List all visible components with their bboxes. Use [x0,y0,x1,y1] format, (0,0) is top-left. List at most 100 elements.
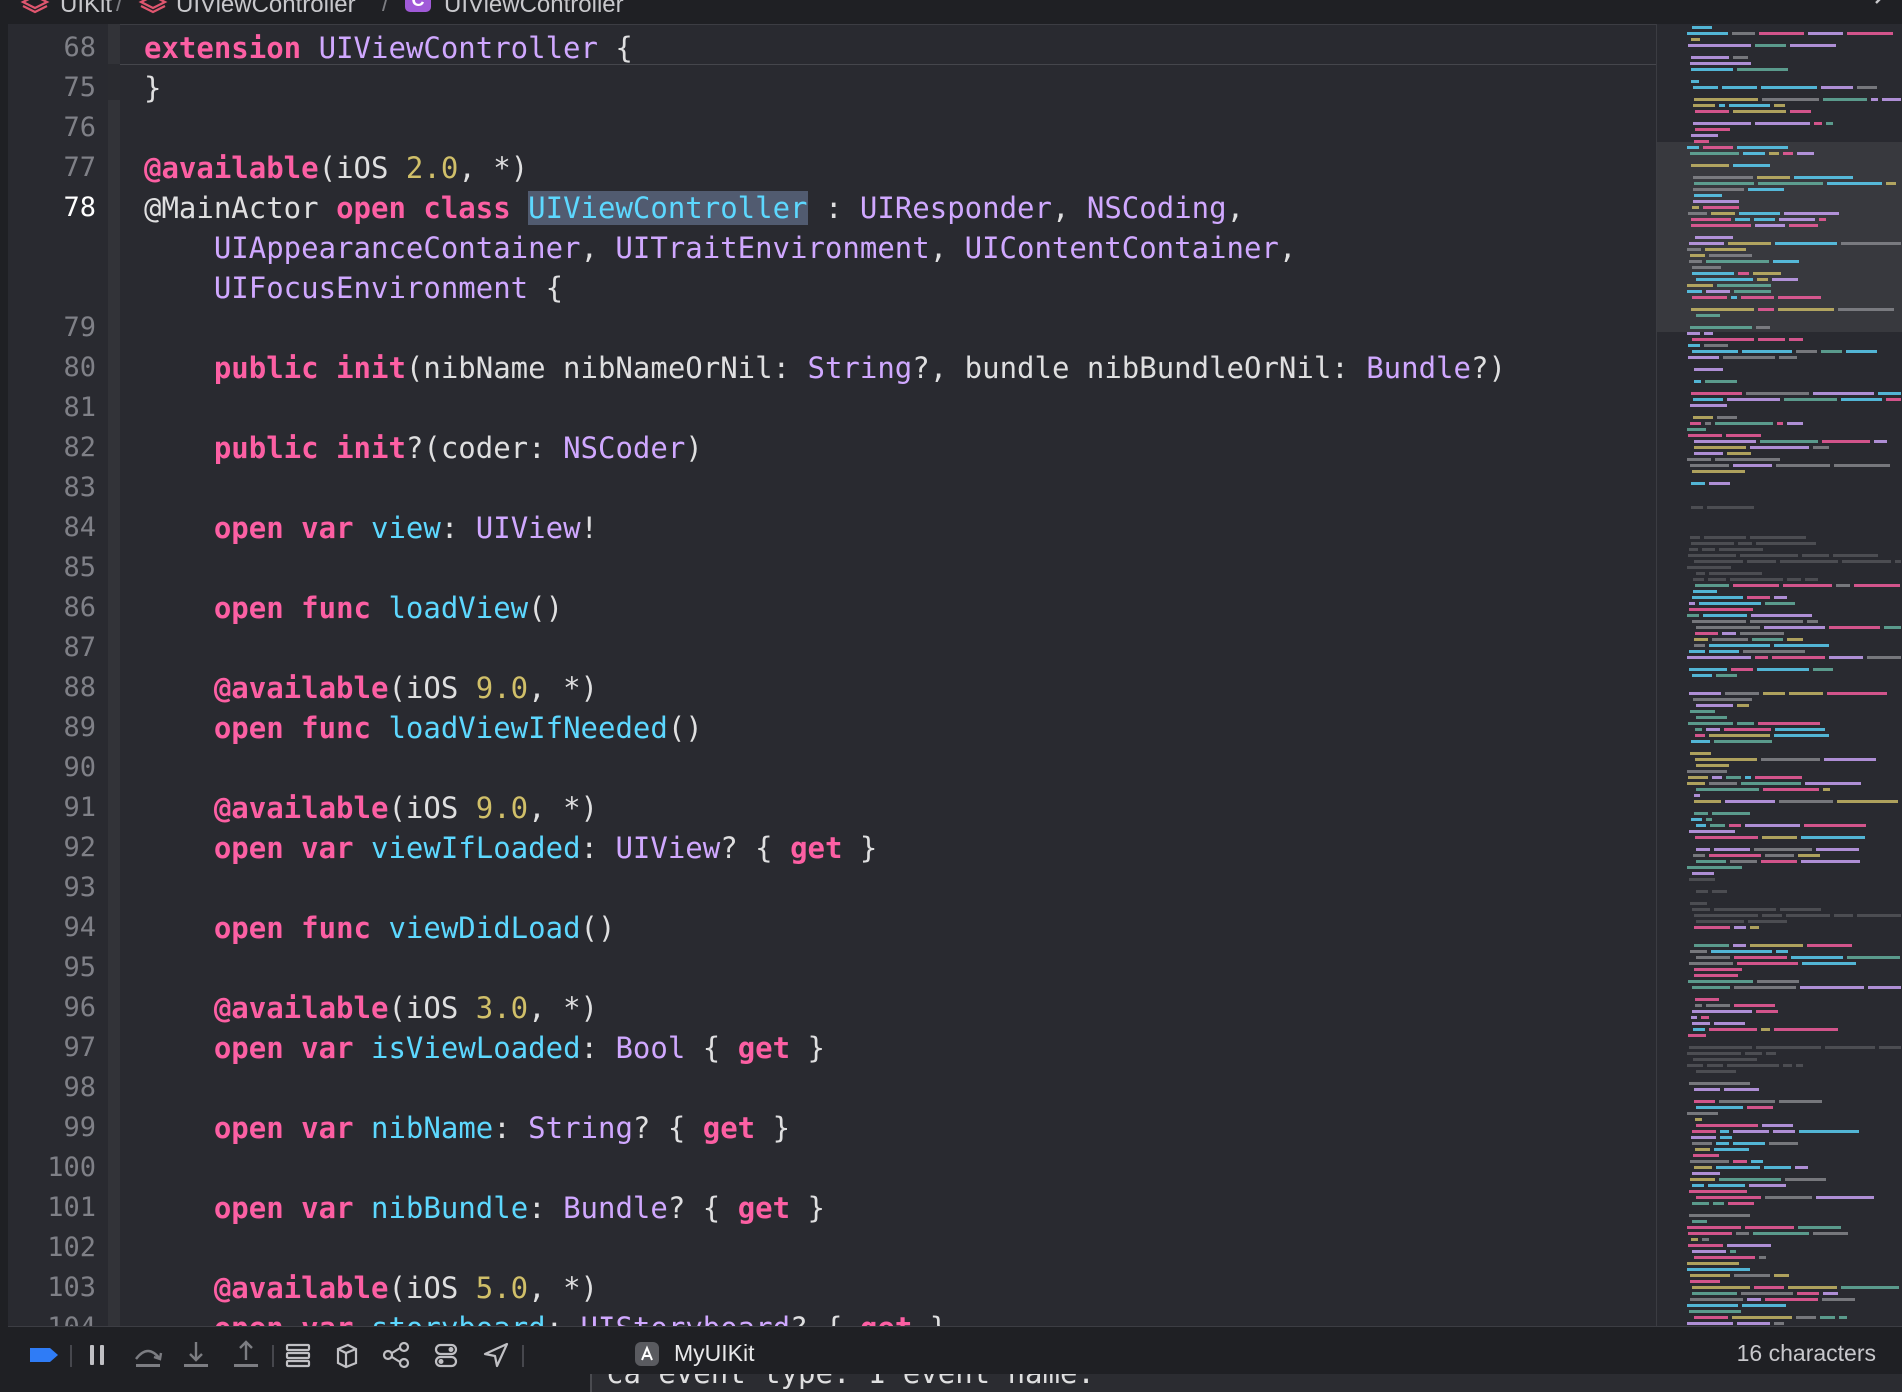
line-number[interactable]: 94 [8,908,96,948]
line-number[interactable]: 87 [8,628,96,668]
line-number[interactable]: 102 [8,1228,96,1268]
svg-text:C: C [412,0,425,10]
line-number[interactable]: 77 [8,148,96,188]
line-number[interactable]: 68 [8,28,96,68]
code-line[interactable]: public init(nibName nibNameOrNil: String… [144,348,1506,388]
app-target-icon[interactable] [632,1339,662,1369]
minimap-line [1714,740,1772,743]
code-line[interactable]: open func loadViewIfNeeded() [144,708,703,748]
minimap-line [1690,752,1711,755]
line-number[interactable]: 80 [8,348,96,388]
chevron-left-icon[interactable] [1870,0,1890,20]
line-number[interactable] [8,268,96,308]
line-number[interactable]: 90 [8,748,96,788]
code-line[interactable]: open var nibName: String? { get } [144,1108,790,1148]
minimap-line [1756,326,1770,329]
minimap-line [1694,452,1723,455]
code-line[interactable]: extension UIViewController { [144,28,633,68]
memory-graph-icon[interactable] [378,1337,414,1373]
pause-icon[interactable] [80,1337,116,1373]
minimap-line [1696,716,1727,719]
code-line[interactable]: } [144,68,161,108]
view-hierarchy-icon[interactable] [280,1337,316,1373]
line-number[interactable]: 76 [8,108,96,148]
breakpoints-toggle-icon[interactable] [26,1337,62,1373]
step-into-icon[interactable] [178,1337,214,1373]
code-token: (iOS [388,991,476,1025]
breadcrumb-item-module[interactable]: UIViewController [176,0,356,19]
code-line[interactable]: open var nibBundle: Bundle? { get } [144,1188,825,1228]
class-icon[interactable]: C [404,0,432,23]
code-line[interactable]: @available(iOS 5.0, *) [144,1268,598,1308]
code-line[interactable]: open func viewDidLoad() [144,908,616,948]
line-number[interactable]: 99 [8,1108,96,1148]
line-number[interactable]: 98 [8,1068,96,1108]
minimap-line [1711,212,1735,215]
code-line[interactable]: open var view: UIView! [144,508,598,548]
line-number[interactable]: 91 [8,788,96,828]
code-line[interactable]: open var storyboard: UIStoryboard? { get… [144,1308,947,1326]
line-number[interactable]: 75 [8,68,96,108]
minimap-line [1694,446,1746,449]
line-number[interactable]: 96 [8,988,96,1028]
minimap-line [1692,296,1727,299]
minimap-viewport[interactable] [1657,142,1902,332]
minimap[interactable] [1656,24,1902,1326]
line-number[interactable]: 79 [8,308,96,348]
step-out-icon[interactable] [228,1337,264,1373]
console-output[interactable]: ca event type: 1 event name: [590,1374,1902,1392]
breadcrumb-item-framework[interactable]: UIKit [60,0,112,19]
code-line[interactable]: UIAppearanceContainer, UITraitEnvironmen… [144,228,1297,268]
line-number[interactable]: 92 [8,828,96,868]
step-over-icon[interactable] [130,1337,166,1373]
code-line[interactable]: open var isViewLoaded: Bool { get } [144,1028,825,1068]
breadcrumb-item-class[interactable]: UIViewController [444,0,624,19]
line-number[interactable] [8,228,96,268]
line-number[interactable]: 82 [8,428,96,468]
line-number[interactable]: 85 [8,548,96,588]
minimap-line [1737,68,1788,71]
minimap-line [1796,1316,1816,1319]
line-number[interactable]: 93 [8,868,96,908]
line-number[interactable]: 95 [8,948,96,988]
code-line[interactable]: @available(iOS 2.0, *) [144,148,528,188]
code-line[interactable]: open func loadView() [144,588,563,628]
line-number[interactable]: 101 [8,1188,96,1228]
line-number[interactable]: 89 [8,708,96,748]
location-icon[interactable] [478,1337,514,1373]
line-number[interactable]: 97 [8,1028,96,1068]
minimap-line [1705,248,1746,251]
line-number[interactable]: 84 [8,508,96,548]
code-line[interactable]: @available(iOS 3.0, *) [144,988,598,1028]
minimap-line [1752,638,1783,641]
line-number[interactable]: 103 [8,1268,96,1308]
line-number[interactable]: 83 [8,468,96,508]
minimap-line [1696,1106,1743,1109]
code-line[interactable]: @available(iOS 9.0, *) [144,788,598,828]
minimap-line [1703,614,1747,617]
line-number[interactable]: 86 [8,588,96,628]
code-editor[interactable]: extension UIViewController {} @available(… [120,24,1656,1326]
line-number[interactable]: 78 [8,188,96,228]
minimap-line [1798,1226,1841,1229]
minimap-line [1776,464,1830,467]
line-number[interactable]: 81 [8,388,96,428]
line-number[interactable]: 88 [8,668,96,708]
minimap-line [1692,908,1710,911]
environment-overrides-icon[interactable] [428,1337,464,1373]
framework-icon[interactable] [20,0,50,23]
target-name[interactable]: MyUIKit [674,1340,755,1367]
minimap-line [1704,536,1746,539]
code-line[interactable]: @available(iOS 9.0, *) [144,668,598,708]
code-line[interactable]: open var viewIfLoaded: UIView? { get } [144,828,878,868]
layers-icon[interactable] [328,1337,364,1373]
module-icon[interactable] [138,0,168,23]
code-line[interactable]: UIFocusEnvironment { [144,268,563,308]
code-line[interactable]: public init?(coder: NSCoder) [144,428,703,468]
minimap-line [1693,104,1715,107]
line-number[interactable]: 100 [8,1148,96,1188]
code-line[interactable]: @MainActor open class UIViewController :… [144,188,1244,228]
